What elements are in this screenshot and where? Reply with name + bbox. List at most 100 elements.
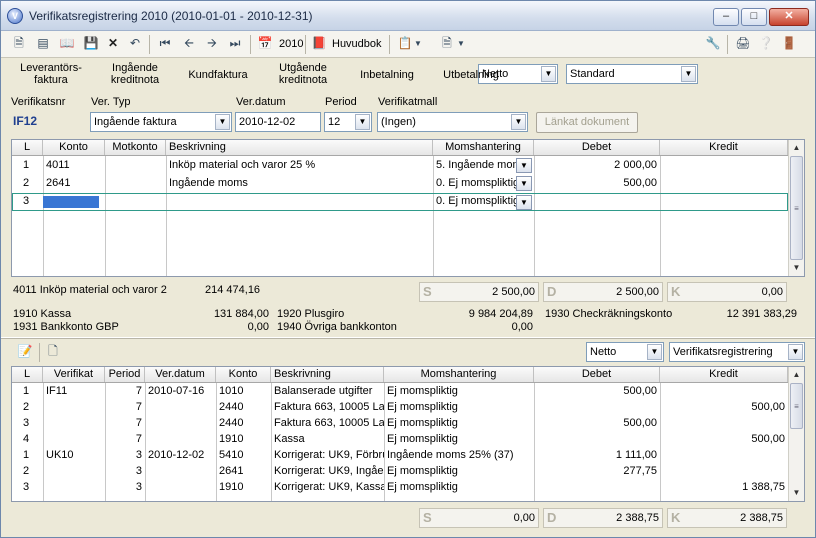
balance-value: 9 984 204,89 <box>468 308 533 320</box>
col-verdatum[interactable]: Ver.datum <box>145 367 216 382</box>
undo-icon[interactable]: ↶ <box>125 35 145 54</box>
vertyp-select[interactable]: Ingående faktura ▼ <box>90 112 232 132</box>
col-beskrivning[interactable]: Beskrivning <box>271 367 384 382</box>
tab-ingaende-kreditnota[interactable]: Ingående kreditnota <box>101 62 169 86</box>
col-konto[interactable]: Konto <box>43 140 105 155</box>
col-momshantering[interactable]: Momshantering <box>433 140 534 155</box>
history-row[interactable]: 4 7 1910 Kassa Ej momspliktig 500,00 <box>12 432 788 448</box>
first-record-icon[interactable]: ⏮ <box>155 35 175 54</box>
chevron-down-icon[interactable]: ▼ <box>516 195 532 210</box>
col-kredit[interactable]: Kredit <box>660 367 788 382</box>
entry-row[interactable]: 2 2641 Ingående moms 0. Ej momspliktig ▼… <box>12 175 788 193</box>
list-edit-icon[interactable]: ▤ <box>33 35 53 54</box>
history-row[interactable]: 1 IF11 7 2010-07-16 1010 Balanserade utgifter… <box>12 384 788 400</box>
history-cell-moms: Ej momspliktig <box>387 433 458 445</box>
chevron-down-icon[interactable]: ▼ <box>355 114 370 130</box>
entry-grid[interactable]: L Konto Motkonto Beskrivning Momshanteri… <box>11 139 805 277</box>
scroll-thumb[interactable]: ≡ <box>790 156 803 260</box>
chevron-down-icon[interactable]: ▼ <box>516 158 532 173</box>
chevron-down-icon[interactable]: ▼ <box>215 114 230 130</box>
scroll-up-icon[interactable]: ▲ <box>790 368 803 381</box>
scroll-down-icon[interactable]: ▼ <box>790 486 803 499</box>
settings-icon[interactable]: 🔧 <box>703 35 723 54</box>
print-settings-icon[interactable]: 🗎 <box>437 35 457 54</box>
history-cell-kredit: 500,00 <box>751 401 785 413</box>
printer-icon[interactable]: 🖨 <box>733 35 753 54</box>
col-debet[interactable]: Debet <box>534 140 660 155</box>
chevron-down-icon[interactable]: ▼ <box>516 176 532 191</box>
lower-view-combo[interactable]: Netto ▼ <box>586 342 664 362</box>
last-record-icon[interactable]: ⏭ <box>225 35 245 54</box>
scroll-thumb[interactable]: ≡ <box>790 383 803 429</box>
minimize-button[interactable]: – <box>713 8 739 26</box>
previous-record-icon[interactable]: 🡨 <box>179 35 199 54</box>
balance-name: 1930 Checkräkningskonto <box>545 308 673 320</box>
col-motkonto[interactable]: Motkonto <box>105 140 166 155</box>
lower-source-combo[interactable]: Verifikatsregistrering ▼ <box>669 342 805 362</box>
history-row[interactable]: 2 7 2440 Faktura 663, 10005 La Ej momsplikti… <box>12 400 788 416</box>
chevron-down-icon[interactable]: ▼ <box>788 344 803 360</box>
voucher-type-bar: Leverantörs- faktura Ingående kreditnota… <box>1 58 815 94</box>
history-row[interactable]: 1 UK10 3 2010-12-02 5410 Korrigerat: UK9, För… <box>12 448 788 464</box>
col-kredit[interactable]: Kredit <box>660 140 788 155</box>
history-cell-verifikat <box>43 416 105 432</box>
chevron-down-icon[interactable]: ▼ <box>511 114 526 130</box>
account-balance: 214 474,16 <box>205 284 261 296</box>
tab-inbetalning[interactable]: Inbetalning <box>353 69 421 81</box>
next-record-icon[interactable]: 🡪 <box>202 35 222 54</box>
help-icon[interactable]: ❔ <box>756 35 776 54</box>
open-book-icon[interactable]: 📖 <box>57 35 77 54</box>
col-beskrivning[interactable]: Beskrivning <box>166 140 433 155</box>
history-cell-verifikat <box>43 464 105 480</box>
col-l[interactable]: L <box>12 367 43 382</box>
history-row[interactable]: 3 7 2440 Faktura 663, 10005 La Ej momsplikti… <box>12 416 788 432</box>
history-cell-period: 3 <box>135 481 142 493</box>
tab-utbetalning[interactable]: Utbetalning <box>437 69 505 81</box>
col-momshantering[interactable]: Momshantering <box>384 367 534 382</box>
chevron-down-icon[interactable]: ▼ <box>455 35 467 54</box>
edit-note-icon[interactable]: 📝 <box>15 343 35 362</box>
splitter[interactable] <box>1 337 815 339</box>
history-cell-debet: 500,00 <box>623 417 657 429</box>
close-button[interactable]: ✕ <box>769 8 809 26</box>
delete-icon[interactable]: ✕ <box>103 35 123 54</box>
history-grid-scrollbar[interactable]: ▲ ≡ ▼ <box>788 367 804 501</box>
entry-grid-scrollbar[interactable]: ▲ ≡ ▼ <box>788 140 804 276</box>
scroll-down-icon[interactable]: ▼ <box>790 261 803 274</box>
history-cell-l: 1 <box>23 385 30 397</box>
copy-icon[interactable]: 🗋 <box>43 343 63 362</box>
ledger-icon[interactable]: 📕 <box>309 35 329 54</box>
year-button[interactable]: 2010 <box>276 35 306 54</box>
entry-row-active[interactable]: 3 0. Ej momspliktig ▼ <box>12 193 788 211</box>
konto-edit-cell[interactable] <box>43 196 99 208</box>
tab-leverantorsfaktura[interactable]: Leverantörs- faktura <box>17 62 85 86</box>
calendar-icon[interactable]: 📅 <box>255 35 275 54</box>
huvudbok-button[interactable]: Huvudbok <box>329 35 385 54</box>
maximize-button[interactable]: □ <box>741 8 767 26</box>
history-cell-beskrivning: Korrigerat: UK9, Förbru <box>274 449 384 461</box>
chevron-down-icon[interactable]: ▼ <box>412 35 424 54</box>
tab-kundfaktura[interactable]: Kundfaktura <box>183 69 253 81</box>
col-konto[interactable]: Konto <box>216 367 271 382</box>
mall-label: Verifikatmall <box>378 96 438 108</box>
mall-select[interactable]: (Ingen) ▼ <box>377 112 528 132</box>
history-row[interactable]: 2 3 2641 Korrigerat: UK9, Ingåer Ej momsplik… <box>12 464 788 480</box>
history-cell-kredit <box>660 416 788 432</box>
chevron-down-icon[interactable]: ▼ <box>647 344 662 360</box>
col-verifikat[interactable]: Verifikat <box>43 367 105 382</box>
scroll-up-icon[interactable]: ▲ <box>790 141 803 154</box>
col-debet[interactable]: Debet <box>534 367 660 382</box>
history-row[interactable]: 3 3 1910 Korrigerat: UK9, Kassa Ej momsplikt… <box>12 480 788 496</box>
new-document-icon[interactable]: 🗎 <box>9 35 29 54</box>
verdatum-input[interactable]: 2010-12-02 <box>235 112 321 132</box>
title-bar[interactable]: V Verifikatsregistrering 2010 (2010-01-0… <box>1 1 815 31</box>
col-l[interactable]: L <box>12 140 43 155</box>
col-period[interactable]: Period <box>105 367 145 382</box>
history-grid[interactable]: L Verifikat Period Ver.datum Konto Beskr… <box>11 366 805 502</box>
exit-icon[interactable]: 🚪 <box>779 35 799 54</box>
linked-document-button[interactable]: Länkat dokument <box>536 112 638 133</box>
period-select[interactable]: 12 ▼ <box>324 112 372 132</box>
save-icon[interactable]: 💾 <box>81 35 101 54</box>
entry-row[interactable]: 1 4011 Inköp material och varor 25 % 5. … <box>12 157 788 175</box>
tab-utgaende-kreditnota[interactable]: Utgående kreditnota <box>269 62 337 86</box>
